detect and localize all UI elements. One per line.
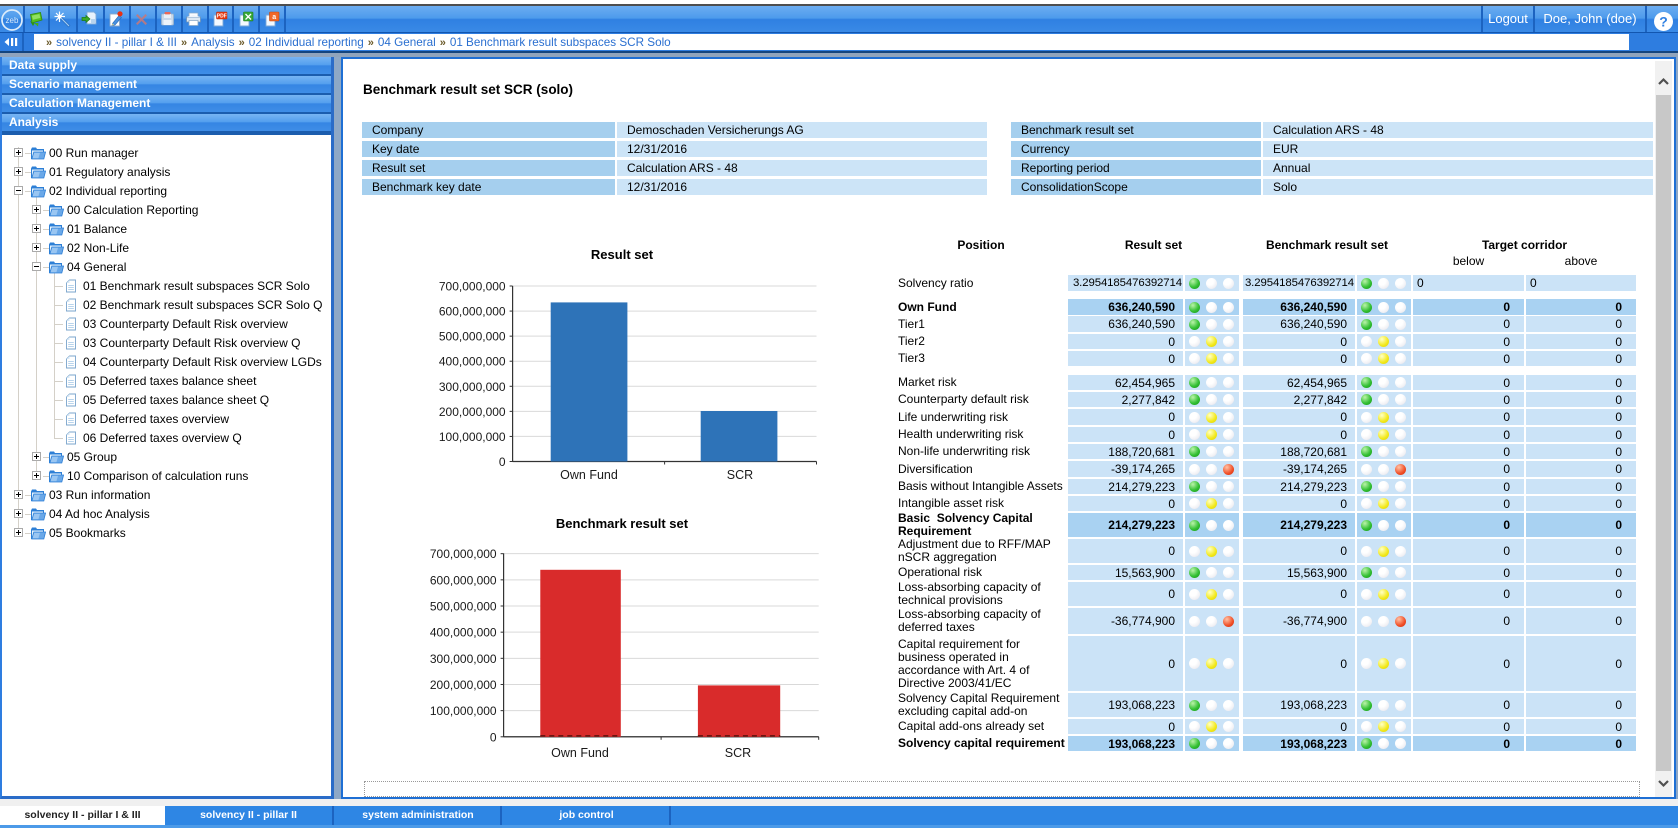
svg-text:zeb: zeb	[6, 16, 19, 25]
svg-text:a: a	[272, 14, 276, 21]
svg-text:500,000,000: 500,000,000	[439, 330, 506, 344]
svg-text:600,000,000: 600,000,000	[430, 573, 497, 587]
svg-text:300,000,000: 300,000,000	[439, 380, 506, 394]
svg-text:Own Fund: Own Fund	[560, 468, 618, 482]
svg-text:Benchmark result set: Benchmark result set	[556, 516, 689, 531]
svg-text:Own Fund: Own Fund	[551, 746, 609, 760]
svg-text:300,000,000: 300,000,000	[430, 652, 497, 666]
svg-text:Result set: Result set	[591, 247, 654, 262]
svg-text:200,000,000: 200,000,000	[430, 678, 497, 692]
svg-text:SCR: SCR	[727, 468, 753, 482]
svg-text:500,000,000: 500,000,000	[430, 600, 497, 614]
svg-text:100,000,000: 100,000,000	[439, 430, 506, 444]
svg-text:SCR: SCR	[725, 746, 751, 760]
svg-text:?: ?	[1659, 14, 1668, 30]
svg-text:600,000,000: 600,000,000	[439, 305, 506, 319]
svg-text:400,000,000: 400,000,000	[430, 626, 497, 640]
svg-text:0: 0	[490, 730, 497, 744]
svg-text:700,000,000: 700,000,000	[430, 547, 497, 561]
svg-text:400,000,000: 400,000,000	[439, 355, 506, 369]
svg-text:200,000,000: 200,000,000	[439, 405, 506, 419]
svg-text:PDF: PDF	[217, 14, 227, 20]
svg-text:700,000,000: 700,000,000	[439, 280, 506, 294]
svg-text:100,000,000: 100,000,000	[430, 704, 497, 718]
svg-text:0: 0	[499, 455, 506, 469]
